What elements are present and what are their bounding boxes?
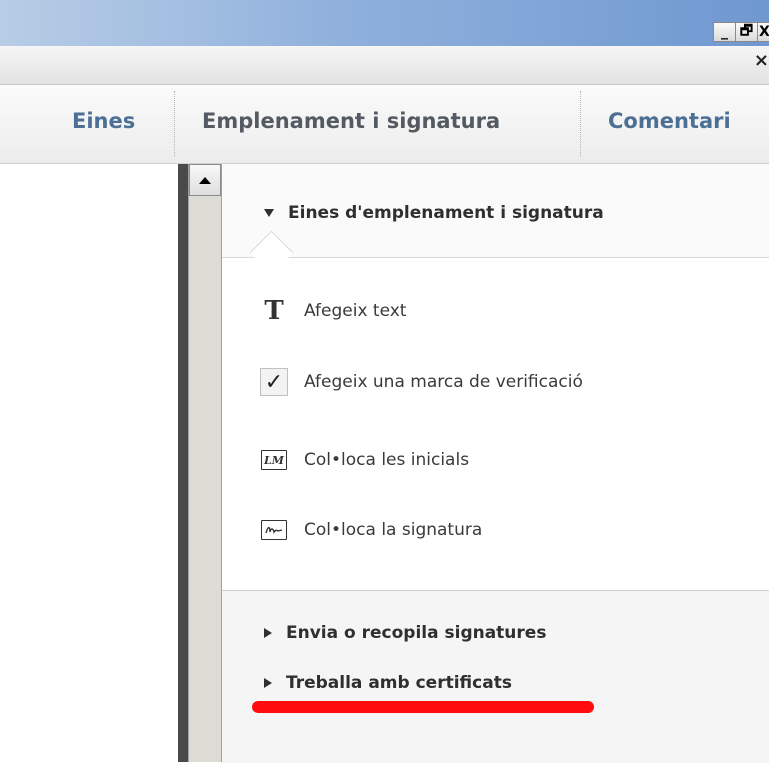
section-label: Treballa amb certificats [286, 673, 512, 693]
document-strip: × [0, 46, 769, 85]
close-document-icon[interactable]: × [754, 50, 769, 71]
tool-label: Afegeix text [304, 301, 407, 321]
section-treballa-amb-certificats[interactable]: Treballa amb certificats [264, 673, 512, 693]
section-label: Envia o recopila signatures [286, 623, 547, 643]
arrow-up-icon [199, 176, 211, 184]
tool-label: Col•loca la signatura [304, 520, 483, 540]
tab-eines[interactable]: Eines [72, 109, 135, 133]
expanded-triangle-icon [264, 209, 274, 217]
section-title: Eines d'emplenament i signatura [288, 203, 604, 223]
place-signature-tool[interactable]: Col•loca la signatura [260, 516, 482, 544]
checkmark-icon: ✓ [260, 368, 288, 396]
initials-icon-wrap: LM [260, 446, 288, 474]
initials-icon: LM [261, 450, 287, 470]
text-T-icon: T [264, 296, 284, 326]
red-highlight-underline [252, 701, 594, 713]
tab-emplenament-i-signatura[interactable]: Emplenament i signatura [202, 109, 500, 133]
tab-comentari[interactable]: Comentari [608, 109, 731, 133]
section-envia-o-recopila-signatures[interactable]: Envia o recopila signatures [264, 623, 546, 643]
close-window-button[interactable]: X [757, 22, 769, 42]
window-controls: _ 🗗 X [713, 22, 769, 44]
section-header-row[interactable]: Eines d'emplenament i signatura [264, 203, 604, 223]
collapsed-triangle-icon [264, 678, 272, 688]
tool-tab-bar: Eines Emplenament i signatura Comentari [0, 85, 769, 164]
collapsed-sections: Envia o recopila signatures Treballa amb… [222, 590, 769, 763]
tab-separator [580, 91, 581, 157]
document-view[interactable] [0, 164, 178, 762]
collapsed-triangle-icon [264, 628, 272, 638]
window-title-bar: _ 🗗 X [0, 0, 769, 46]
minimize-button[interactable]: _ [713, 22, 735, 42]
fill-and-sign-panel: Eines d'emplenament i signatura T Afegei… [222, 164, 769, 763]
vertical-scrollbar[interactable] [188, 164, 222, 762]
add-text-tool[interactable]: T Afegeix text [260, 296, 407, 326]
restore-button[interactable]: 🗗 [735, 22, 757, 42]
tool-label: Col•loca les inicials [304, 450, 470, 470]
tab-separator [174, 91, 175, 157]
document-border [178, 164, 188, 762]
place-initials-tool[interactable]: LM Col•loca les inicials [260, 446, 469, 474]
tool-label: Afegeix una marca de verificació [304, 372, 583, 392]
add-checkmark-tool[interactable]: ✓ Afegeix una marca de verificació [260, 368, 583, 396]
section-header[interactable]: Eines d'emplenament i signatura [222, 164, 769, 275]
header-pointer-notch [249, 230, 294, 275]
signature-icon-wrap [260, 516, 288, 544]
signature-icon [261, 520, 287, 540]
scroll-up-button[interactable] [189, 164, 221, 196]
